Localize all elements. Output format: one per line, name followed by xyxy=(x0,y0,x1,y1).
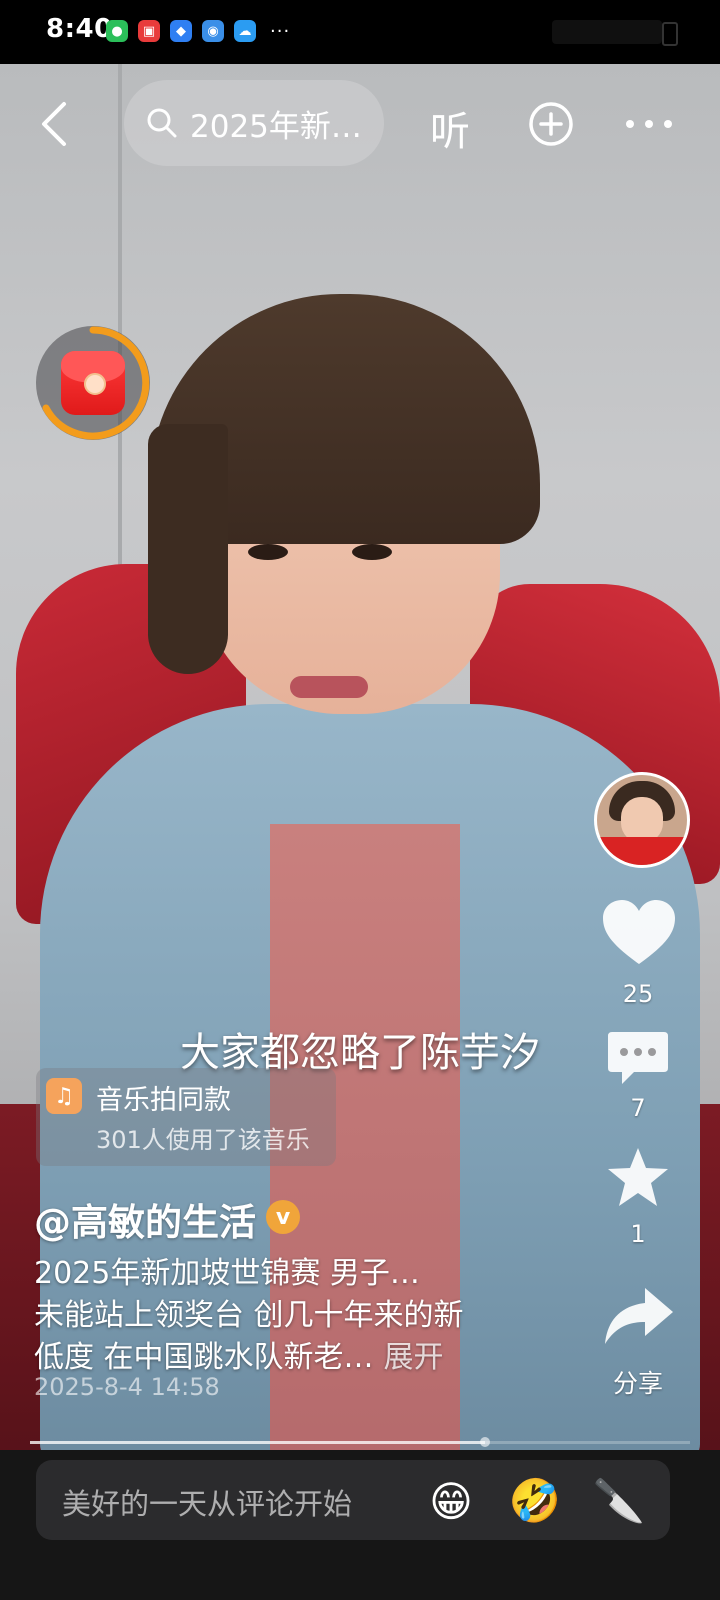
shield-notification-icon: ◆ xyxy=(170,20,192,42)
cloud-notification-icon: ☁ xyxy=(234,20,256,42)
listen-button[interactable]: 听 xyxy=(430,99,470,157)
wechat-notification-icon: ● xyxy=(106,20,128,42)
favorite-star-icon[interactable] xyxy=(606,1146,670,1208)
post-description-line: 未能站上领奖台 创几十年来的新 xyxy=(34,1298,464,1333)
author-avatar[interactable] xyxy=(594,772,690,868)
post-description-line: 低度 在中国跳水队新老… xyxy=(34,1340,374,1375)
knife-emoji-button[interactable]: 🔪 xyxy=(592,1474,646,1528)
avatar-body xyxy=(597,837,687,865)
red-envelope-clasp xyxy=(84,373,106,395)
author-name[interactable]: @高敏的生活 xyxy=(34,1192,256,1246)
share-arrow-icon[interactable] xyxy=(603,1286,675,1346)
back-button[interactable] xyxy=(36,100,76,148)
like-count: 25 xyxy=(622,980,654,1008)
post-date: 2025-8-4 14:58 xyxy=(34,1373,220,1401)
video-person-eye xyxy=(248,544,288,560)
post-description-line-last: 低度 在中国跳水队新老… 展开 xyxy=(34,1332,444,1376)
search-query[interactable]: 2025年新… xyxy=(190,101,362,146)
video-progress-fill xyxy=(30,1441,486,1444)
status-bar: 8:40 ● ▣ ◆ ◉ ☁ ··· xyxy=(0,0,720,64)
music-usage-count: 301人使用了该音乐 xyxy=(96,1126,310,1154)
news-notification-icon: ▣ xyxy=(138,20,160,42)
favorite-count: 1 xyxy=(630,1220,646,1248)
status-time: 8:40 xyxy=(46,14,113,44)
music-title[interactable]: 音乐拍同款 xyxy=(96,1078,231,1117)
verified-badge-icon: v xyxy=(266,1200,300,1234)
search-icon xyxy=(147,108,177,138)
grin-emoji-button[interactable]: 😁 xyxy=(424,1474,478,1528)
battery-icon xyxy=(662,22,678,46)
status-notification-icons: ● ▣ ◆ ◉ ☁ ··· xyxy=(106,20,290,42)
post-description-line: 2025年新加坡世锦赛 男子… xyxy=(34,1256,420,1291)
globe-notification-icon: ◉ xyxy=(202,20,224,42)
expand-button[interactable]: 展开 xyxy=(384,1340,444,1375)
more-options-button[interactable] xyxy=(624,104,674,144)
status-more-icon: ··· xyxy=(270,20,291,42)
add-button[interactable] xyxy=(528,101,574,147)
video-person-hair-side xyxy=(148,424,228,674)
comment-bubble-icon[interactable] xyxy=(606,1030,670,1086)
video-background xyxy=(118,64,122,584)
share-label: 分享 xyxy=(612,1369,663,1398)
video-person-mouth xyxy=(290,676,368,698)
like-heart-icon[interactable] xyxy=(601,898,677,968)
laugh-emoji-button[interactable]: 🤣 xyxy=(508,1474,562,1528)
music-note-icon: ♫ xyxy=(46,1078,82,1114)
comment-count: 7 xyxy=(630,1094,646,1122)
signal-icon xyxy=(552,20,662,44)
video-person-eye xyxy=(352,544,392,560)
comment-placeholder[interactable]: 美好的一天从评论开始 xyxy=(62,1481,352,1523)
